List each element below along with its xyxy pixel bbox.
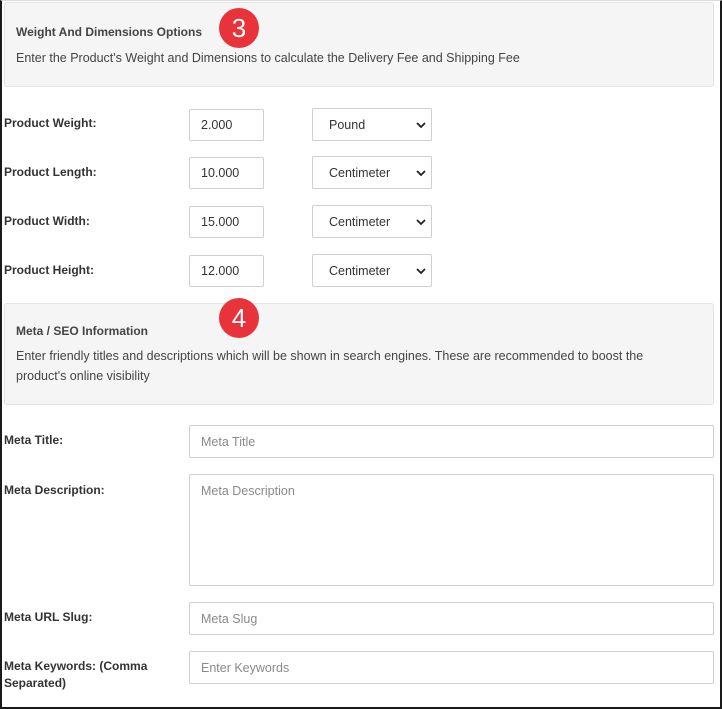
seo-description-line1: Enter friendly titles and descriptions w… bbox=[16, 349, 644, 363]
meta-keywords-label-line2: Separated) bbox=[4, 676, 67, 690]
length-unit-select[interactable]: Centimeter bbox=[312, 156, 432, 189]
seo-description-line2: product's online visibility bbox=[16, 369, 150, 383]
meta-keywords-input[interactable] bbox=[189, 651, 714, 684]
product-length-input[interactable] bbox=[189, 157, 264, 189]
weight-section-description: Enter the Product's Weight and Dimension… bbox=[16, 51, 520, 65]
meta-description-label: Meta Description: bbox=[4, 483, 105, 497]
length-unit-value: Centimeter bbox=[329, 166, 391, 180]
width-unit-value: Centimeter bbox=[329, 215, 391, 229]
width-unit-select[interactable]: Centimeter bbox=[312, 205, 432, 238]
product-weight-input[interactable] bbox=[189, 109, 264, 141]
meta-description-textarea[interactable] bbox=[189, 474, 714, 586]
chevron-down-icon bbox=[416, 122, 426, 129]
meta-title-label: Meta Title: bbox=[4, 433, 64, 447]
meta-title-input[interactable] bbox=[189, 425, 714, 458]
product-length-label: Product Length: bbox=[4, 165, 97, 179]
product-weight-label: Product Weight: bbox=[4, 116, 97, 130]
seo-section-title: Meta / SEO Information bbox=[16, 324, 149, 338]
meta-slug-input[interactable] bbox=[189, 602, 714, 635]
chevron-down-icon bbox=[416, 170, 426, 177]
step-badge-3: 3 bbox=[219, 8, 259, 48]
chevron-down-icon bbox=[416, 268, 426, 275]
weight-section-title: Weight And Dimensions Options bbox=[16, 25, 202, 39]
height-unit-value: Centimeter bbox=[329, 264, 391, 278]
seo-info-panel: Meta / SEO Information Enter friendly ti… bbox=[4, 303, 714, 405]
step-badge-4: 4 bbox=[219, 298, 259, 338]
weight-unit-value: Pound bbox=[329, 118, 366, 132]
weight-unit-select[interactable]: Pound bbox=[312, 108, 432, 141]
weight-dimensions-panel: Weight And Dimensions Options Enter the … bbox=[4, 2, 714, 87]
chevron-down-icon bbox=[416, 219, 426, 226]
product-width-input[interactable] bbox=[189, 206, 264, 238]
product-height-label: Product Height: bbox=[4, 263, 94, 277]
product-height-input[interactable] bbox=[189, 255, 264, 287]
height-unit-select[interactable]: Centimeter bbox=[312, 254, 432, 287]
product-width-label: Product Width: bbox=[4, 214, 90, 228]
meta-keywords-label-line1: Meta Keywords: (Comma bbox=[4, 659, 148, 673]
meta-slug-label: Meta URL Slug: bbox=[4, 610, 93, 624]
